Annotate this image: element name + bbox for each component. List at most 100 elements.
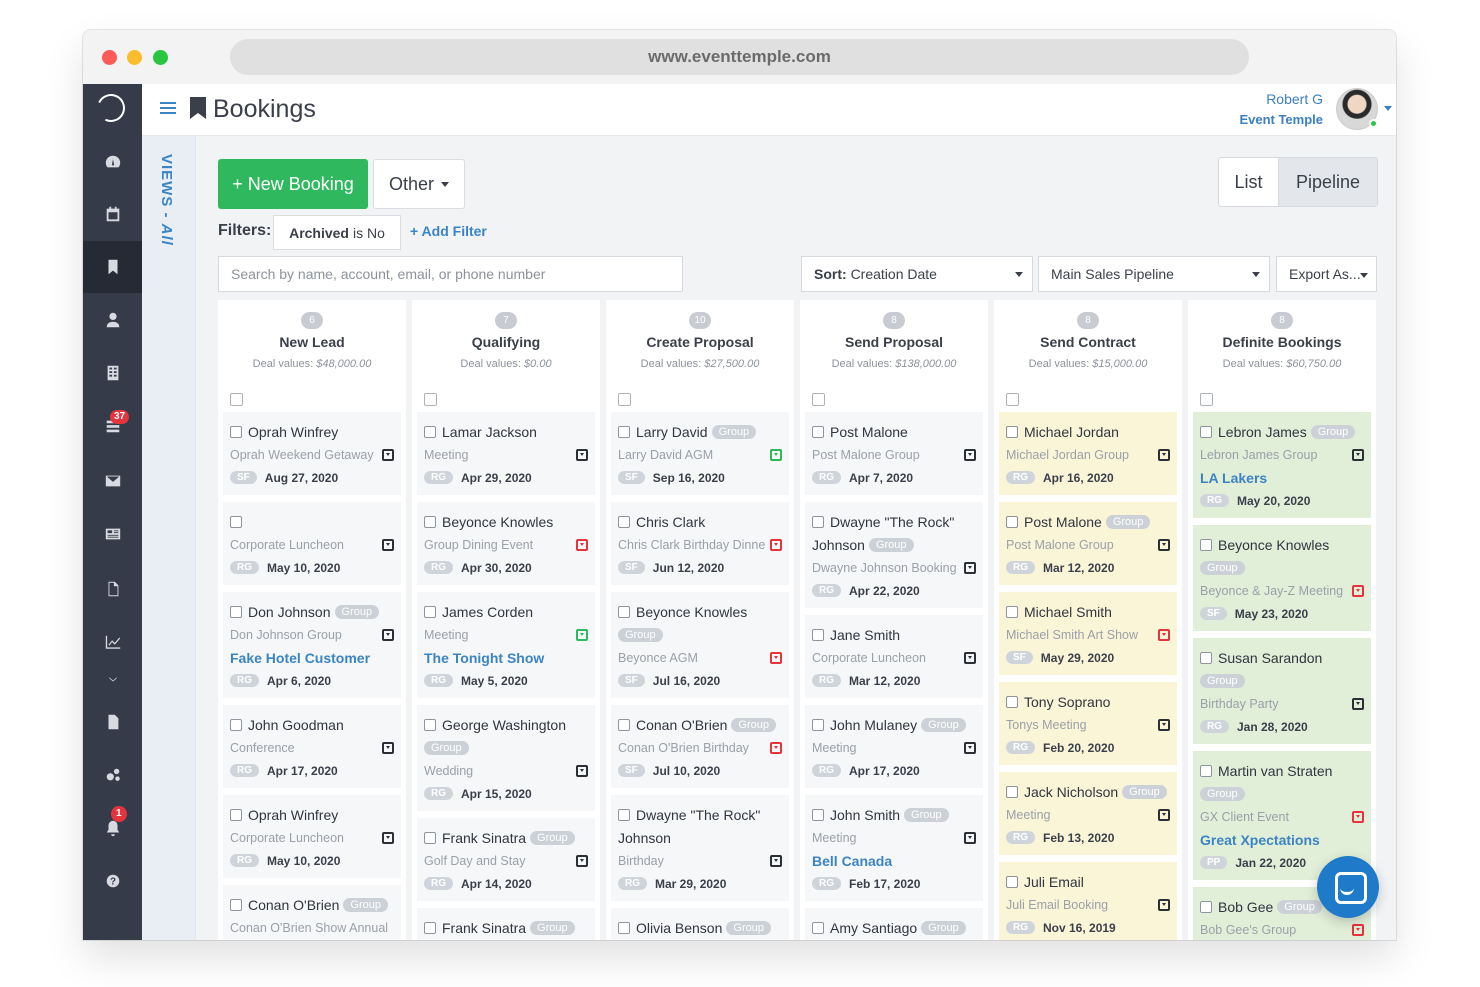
booking-card[interactable]: Jane Smith Corporate Luncheon RG Mar 12, 20… (805, 615, 983, 698)
status-dropdown-icon[interactable] (770, 741, 782, 754)
views-panel[interactable]: VIEWS - All (142, 136, 196, 940)
booking-card[interactable]: Dwayne "The Rock" Johnson Birthday RG Mar 29… (611, 795, 789, 901)
card-checkbox[interactable] (1200, 764, 1212, 777)
booking-card[interactable]: Oprah Winfrey Oprah Weekend Getaway SF Aug … (223, 412, 401, 495)
booking-contact-name[interactable]: Chris Clark (636, 514, 705, 530)
url-bar[interactable]: www.eventtemple.com (230, 39, 1249, 75)
chart-icon[interactable] (83, 616, 142, 668)
card-checkbox[interactable] (1200, 651, 1212, 664)
card-checkbox[interactable] (230, 515, 242, 528)
user-organization[interactable]: Event Temple (1239, 112, 1323, 127)
booking-card[interactable]: Chris Clark Chris Clark Birthday Dinner SF… (611, 502, 789, 585)
card-checkbox[interactable] (812, 921, 824, 934)
status-dropdown-icon[interactable] (382, 831, 394, 844)
booking-contact-name-continued[interactable]: Johnson (812, 537, 865, 553)
booking-contact-name[interactable]: John Mulaney (830, 717, 917, 733)
building-icon[interactable] (83, 347, 142, 399)
card-checkbox[interactable] (618, 808, 630, 821)
dashboard-icon[interactable] (83, 136, 142, 188)
booking-contact-name[interactable]: Post Malone (1024, 514, 1102, 530)
views-label[interactable]: VIEWS - All (158, 154, 175, 246)
document-icon[interactable] (83, 563, 142, 615)
status-dropdown-icon[interactable] (1352, 697, 1364, 710)
help-icon[interactable]: ? (83, 855, 142, 907)
card-checkbox[interactable] (618, 921, 630, 934)
account-link[interactable]: Great Xpectations (1200, 832, 1320, 848)
card-checkbox[interactable] (1006, 515, 1018, 528)
booking-contact-name[interactable]: James Corden (442, 604, 533, 620)
status-dropdown-icon[interactable] (576, 854, 588, 867)
archived-filter-chip[interactable]: Archived is No (273, 215, 401, 250)
booking-contact-name[interactable]: Dwayne "The Rock" (830, 514, 954, 530)
card-checkbox[interactable] (1006, 425, 1018, 438)
status-dropdown-icon[interactable] (576, 628, 588, 641)
status-dropdown-icon[interactable] (1158, 538, 1170, 551)
app-logo-icon[interactable] (93, 90, 129, 126)
booking-contact-name[interactable]: Amy Santiago (830, 920, 917, 936)
status-dropdown-icon[interactable] (1352, 810, 1364, 823)
booking-contact-name[interactable]: Oprah Winfrey (248, 807, 338, 823)
status-dropdown-icon[interactable] (1158, 808, 1170, 821)
booking-contact-name[interactable]: Beyonce Knowles (442, 514, 553, 530)
card-checkbox[interactable] (1200, 538, 1212, 551)
card-checkbox[interactable] (618, 605, 630, 618)
add-filter-link[interactable]: + Add Filter (410, 223, 487, 239)
sort-select[interactable]: Sort: Creation Date (801, 256, 1033, 292)
booking-card[interactable]: John Smith Group Meeting Bell Canada RG Feb 1… (805, 795, 983, 901)
card-checkbox[interactable] (618, 425, 630, 438)
booking-contact-name[interactable]: Conan O'Brien (636, 717, 727, 733)
card-checkbox[interactable] (812, 425, 824, 438)
booking-contact-name[interactable]: Olivia Benson (636, 920, 722, 936)
booking-contact-name[interactable]: Tony Soprano (1024, 694, 1110, 710)
bell-icon[interactable]: 1 (83, 802, 142, 854)
status-dropdown-icon[interactable] (576, 764, 588, 777)
other-dropdown-button[interactable]: Other (373, 159, 465, 209)
booking-card[interactable]: Conan O'Brien Group Conan O'Brien Birthday… (611, 705, 789, 788)
card-checkbox[interactable] (812, 718, 824, 731)
status-dropdown-icon[interactable] (1352, 923, 1364, 936)
card-checkbox[interactable] (618, 718, 630, 731)
account-link[interactable]: The Tonight Show (424, 650, 544, 666)
status-dropdown-icon[interactable] (1352, 584, 1364, 597)
booking-contact-name[interactable]: Don Johnson (248, 604, 331, 620)
booking-contact-name[interactable]: Beyonce Knowles (1218, 537, 1329, 553)
account-link[interactable]: LA Lakers (1200, 470, 1267, 486)
booking-contact-name[interactable]: Susan Sarandon (1218, 650, 1322, 666)
booking-card[interactable]: Don Johnson Group Don Johnson Group Fake Ho… (223, 592, 401, 698)
search-input[interactable]: Search by name, account, email, or phone… (218, 256, 683, 292)
select-all-checkbox[interactable] (230, 393, 243, 406)
booking-card[interactable]: Olivia Benson Group (611, 908, 789, 940)
booking-card[interactable]: Susan Sarandon Group Birthday Party RG Jan 2… (1193, 638, 1371, 744)
booking-card[interactable]: James Corden Meeting The Tonight Show RG May… (417, 592, 595, 698)
user-name[interactable]: Robert G (1266, 91, 1323, 107)
booking-card[interactable]: Dwayne "The Rock" Johnson Group Dwayne John… (805, 502, 983, 608)
card-checkbox[interactable] (230, 808, 242, 821)
card-checkbox[interactable] (424, 718, 436, 731)
booking-card[interactable]: Tony Soprano Tonys Meeting RG Feb 20, 2020 (999, 682, 1177, 765)
card-checkbox[interactable] (618, 515, 630, 528)
card-checkbox[interactable] (424, 921, 436, 934)
status-dropdown-icon[interactable] (576, 448, 588, 461)
status-dropdown-icon[interactable] (770, 651, 782, 664)
card-checkbox[interactable] (1006, 695, 1018, 708)
booking-card[interactable]: Frank Sinatra Group Golf Day and Stay RG Apr… (417, 818, 595, 901)
booking-contact-name[interactable]: George Washington (442, 717, 566, 733)
card-checkbox[interactable] (424, 831, 436, 844)
expand-chevron-icon[interactable] (83, 667, 142, 691)
select-all-checkbox[interactable] (618, 393, 631, 406)
booking-card[interactable]: Larry David Group Larry David AGM SF Sep 16,… (611, 412, 789, 495)
minimize-window-button[interactable] (127, 50, 142, 65)
card-checkbox[interactable] (1006, 785, 1018, 798)
status-dropdown-icon[interactable] (382, 741, 394, 754)
new-booking-button[interactable]: + New Booking (218, 159, 368, 209)
status-dropdown-icon[interactable] (1158, 628, 1170, 641)
card-checkbox[interactable] (812, 808, 824, 821)
booking-contact-name[interactable]: Michael Jordan (1024, 424, 1119, 440)
card-checkbox[interactable] (1006, 605, 1018, 618)
account-link[interactable]: Bell Canada (812, 853, 892, 869)
status-dropdown-icon[interactable] (382, 538, 394, 551)
booking-contact-name[interactable]: Jack Nicholson (1024, 784, 1118, 800)
booking-card[interactable]: Beyonce Knowles Group Dining Event RG Apr 3… (417, 502, 595, 585)
select-all-checkbox[interactable] (1006, 393, 1019, 406)
card-checkbox[interactable] (230, 718, 242, 731)
